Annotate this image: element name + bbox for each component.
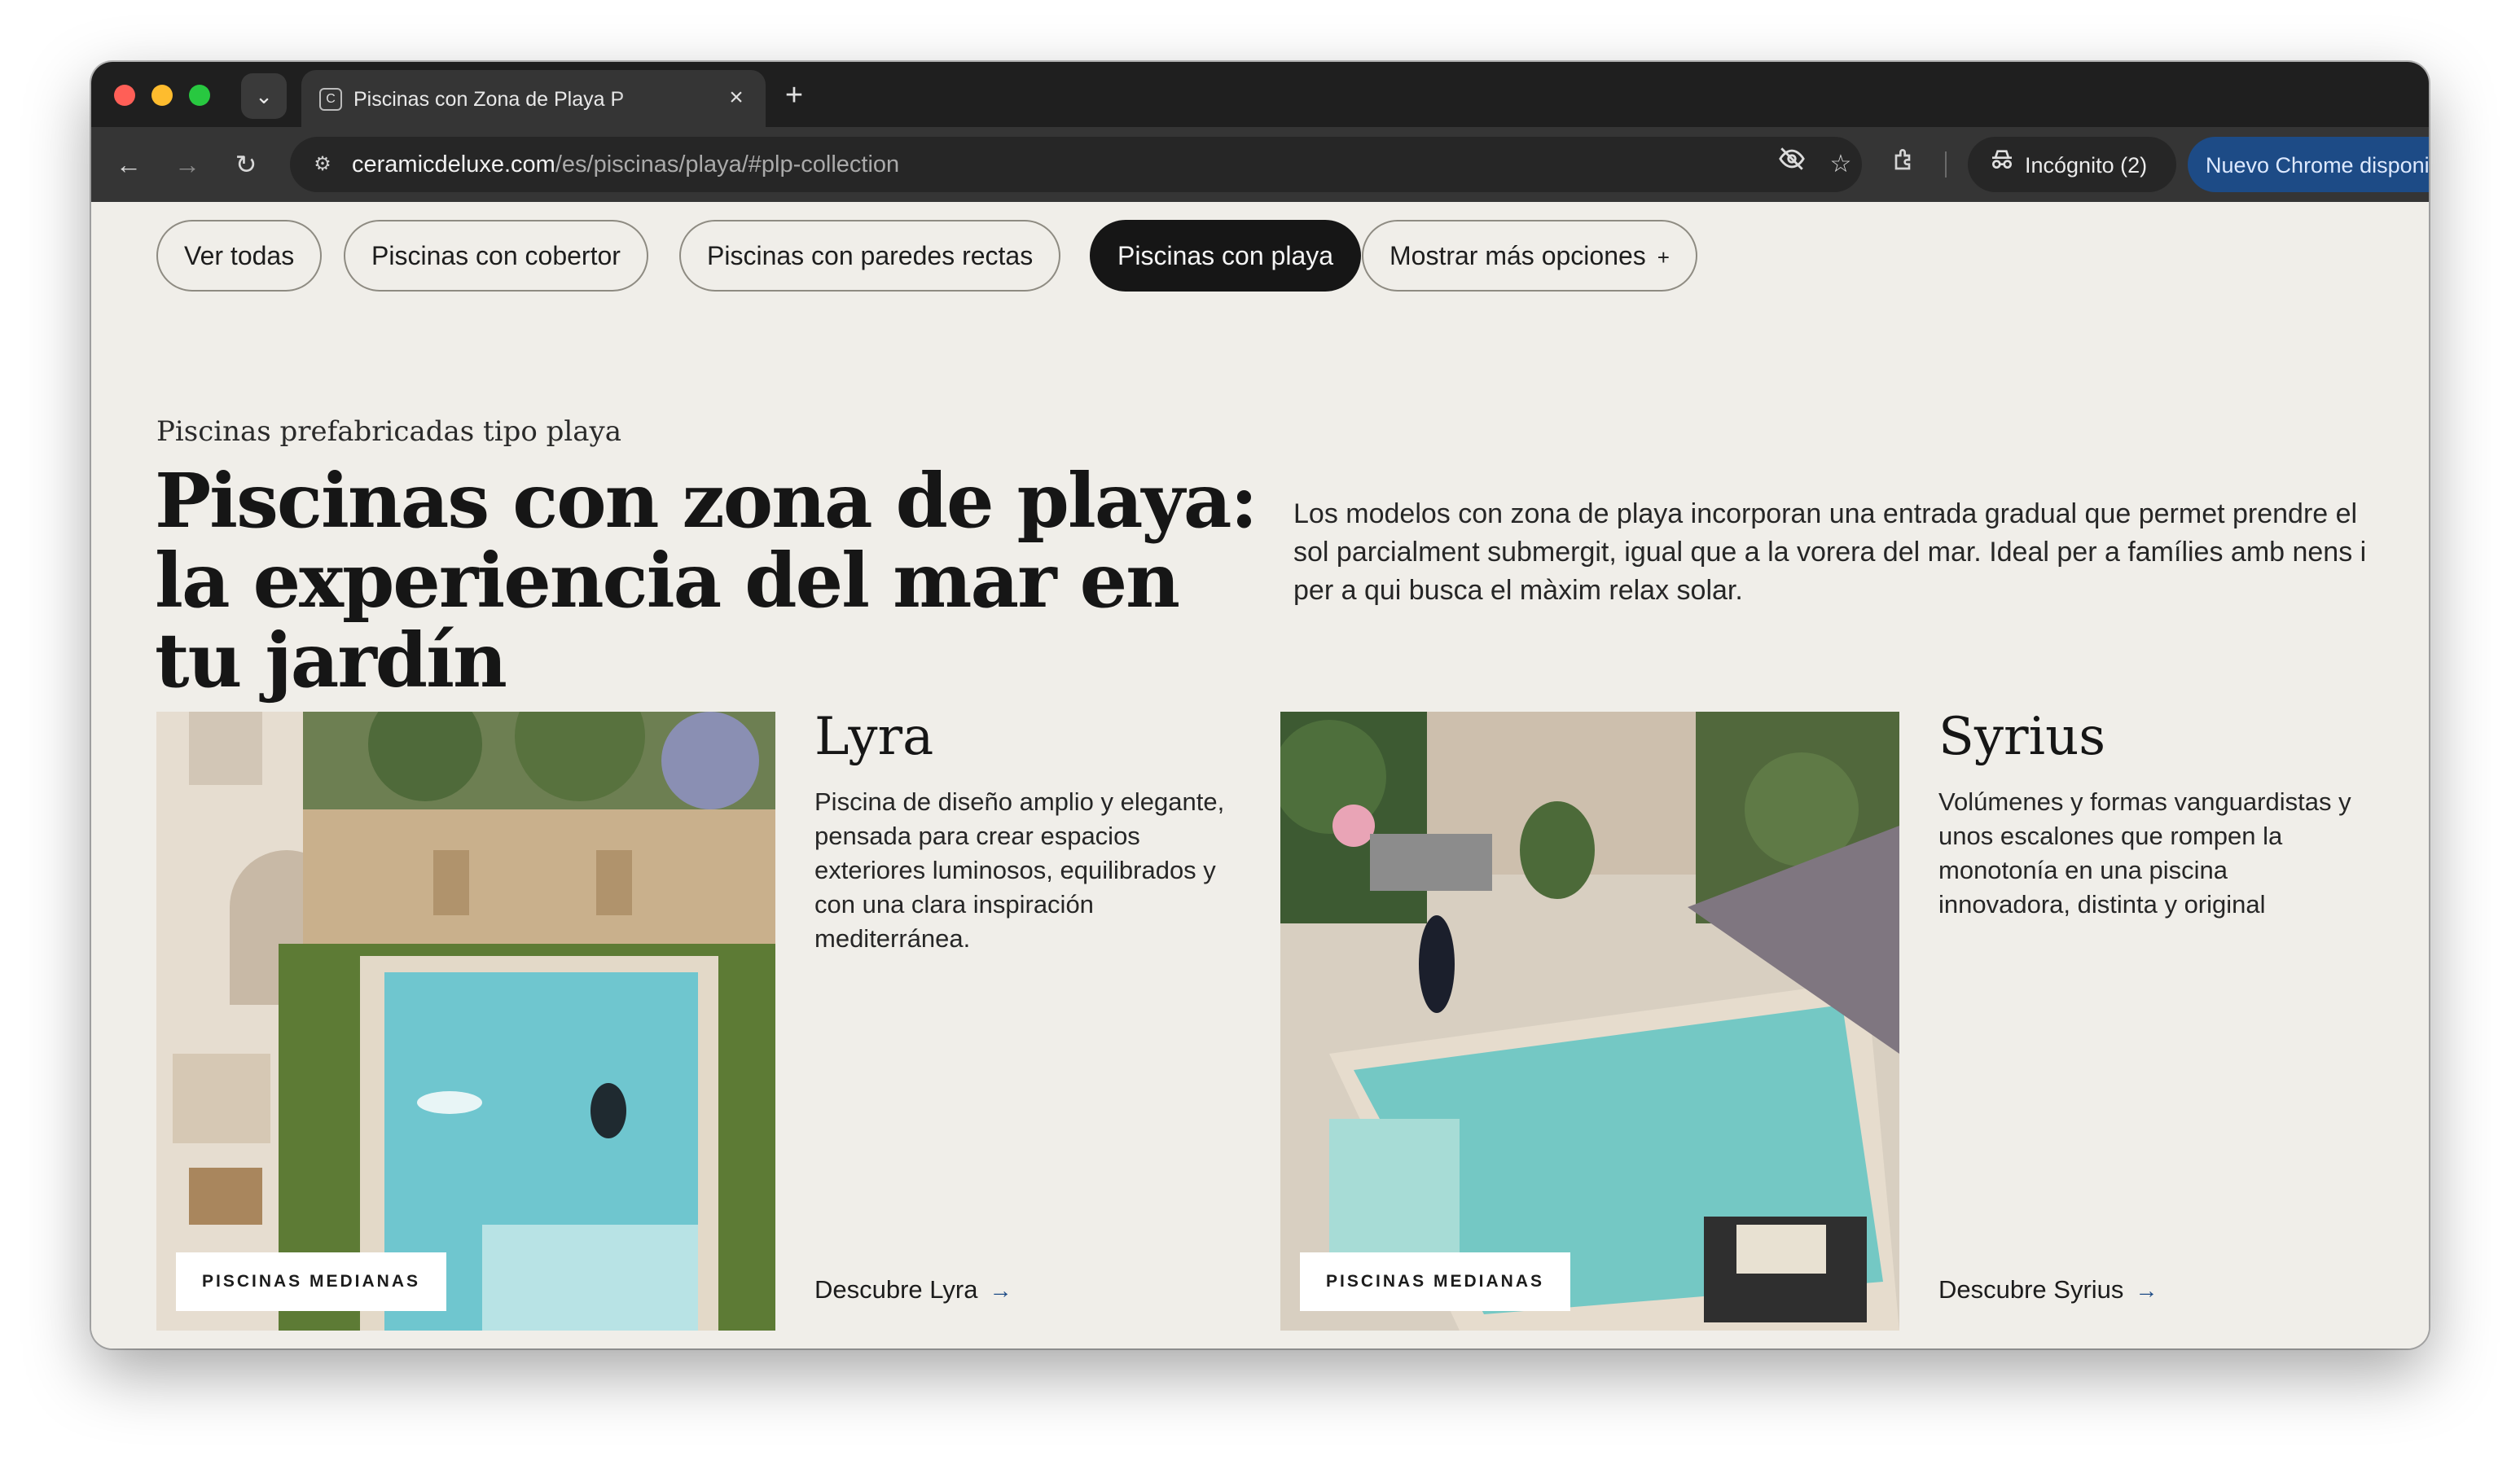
extensions-icon[interactable] (1883, 145, 1922, 184)
category-badge: PISCINAS MEDIANAS (1300, 1252, 1571, 1311)
discover-link[interactable]: Descubre Syrius → (1938, 1275, 2158, 1305)
new-tab-plus-icon[interactable]: + (775, 77, 813, 114)
product-title[interactable]: Lyra (814, 707, 933, 767)
section-eyebrow: Piscinas prefabricadas tipo playa (156, 415, 621, 448)
tab-close-icon[interactable]: × (722, 83, 751, 112)
product-description: Volúmenes y formas vanguardistas y unos … (1938, 787, 2351, 919)
filter-chip-label: Piscinas con playa (1117, 241, 1334, 270)
close-window-button[interactable] (114, 85, 135, 106)
url-text[interactable]: ceramicdeluxe.com/es/piscinas/playa/#plp… (352, 151, 899, 178)
product-image-syrius[interactable]: PISCINAS MEDIANAS (1280, 712, 1899, 1331)
filter-chip-label: Ver todas (184, 241, 295, 270)
incognito-icon (1984, 145, 2020, 184)
filter-chip-cobertor[interactable]: Piscinas con cobertor (344, 220, 648, 292)
maximize-window-button[interactable] (189, 85, 210, 106)
bookmark-star-icon[interactable]: ☆ (1821, 145, 1860, 184)
page-content: Ver todas Piscinas con cobertor Piscinas… (91, 202, 2429, 1348)
product-card-syrius: PISCINAS MEDIANAS Syrius Volúmenes y for… (1280, 707, 2388, 1331)
product-description: Piscina de diseño amplio y elegante, pen… (814, 787, 1225, 953)
address-bar[interactable]: ⚙ ceramicdeluxe.com/es/piscinas/playa/#p… (290, 137, 1862, 192)
filter-chip-label: Mostrar más opciones (1390, 241, 1646, 270)
browser-tab[interactable]: C Piscinas con Zona de Playa P × (301, 70, 766, 127)
discover-link-label: Descubre Lyra (814, 1275, 978, 1304)
filter-chip-mas-opciones[interactable]: Mostrar más opciones + (1362, 220, 1697, 292)
page-title: Piscinas con zona de playa: la experienc… (155, 457, 1258, 704)
favicon-icon: C (319, 88, 342, 111)
arrow-right-icon: → (989, 1278, 1012, 1303)
browser-window: ⌄ C Piscinas con Zona de Playa P × + ← →… (91, 62, 2429, 1348)
incognito-label: Incógnito (2) (2025, 153, 2148, 178)
eye-off-icon[interactable] (1772, 145, 1811, 184)
url-path: /es/piscinas/playa/#plp-collection (555, 151, 900, 178)
back-arrow-icon[interactable]: ← (108, 143, 150, 186)
chrome-update-label: Nuevo Chrome disponible (2206, 153, 2429, 178)
arrow-right-icon: → (2135, 1278, 2158, 1303)
site-info-icon[interactable]: ⚙ (303, 145, 342, 184)
minimize-window-button[interactable] (151, 85, 173, 106)
tab-bar: ⌄ C Piscinas con Zona de Playa P × + (91, 62, 2429, 127)
filter-chip-label: Piscinas con paredes rectas (707, 241, 1034, 270)
incognito-button[interactable]: Incógnito (2) (1968, 137, 2176, 192)
tab-title: Piscinas con Zona de Playa P (353, 88, 625, 111)
filter-chip-playa[interactable]: Piscinas con playa (1090, 220, 1362, 292)
chrome-update-button[interactable]: Nuevo Chrome disponible ⋮ (2188, 137, 2429, 192)
reload-icon[interactable]: ↻ (225, 143, 267, 186)
discover-link-label: Descubre Syrius (1938, 1275, 2124, 1304)
product-image-lyra[interactable]: PISCINAS MEDIANAS (156, 712, 775, 1331)
category-badge: PISCINAS MEDIANAS (176, 1252, 447, 1311)
browser-toolbar: ← → ↻ ⚙ ceramicdeluxe.com/es/piscinas/pl… (91, 127, 2429, 202)
filter-chip-label: Piscinas con cobertor (371, 241, 621, 270)
intro-paragraph: Los modelos con zona de playa incorporan… (1293, 498, 2367, 606)
forward-arrow-icon[interactable]: → (166, 143, 209, 186)
product-card-lyra: PISCINAS MEDIANAS Lyra Piscina de diseño… (156, 707, 1264, 1331)
discover-link[interactable]: Descubre Lyra → (814, 1275, 1012, 1305)
tab-search-chevron-icon[interactable]: ⌄ (241, 73, 287, 119)
toolbar-divider (1945, 151, 1947, 178)
filter-chip-ver-todas[interactable]: Ver todas (156, 220, 323, 292)
url-host: ceramicdeluxe.com (352, 151, 555, 178)
filter-chip-paredes-rectas[interactable]: Piscinas con paredes rectas (679, 220, 1061, 292)
plus-icon: + (1657, 245, 1670, 270)
product-title[interactable]: Syrius (1938, 707, 2105, 767)
